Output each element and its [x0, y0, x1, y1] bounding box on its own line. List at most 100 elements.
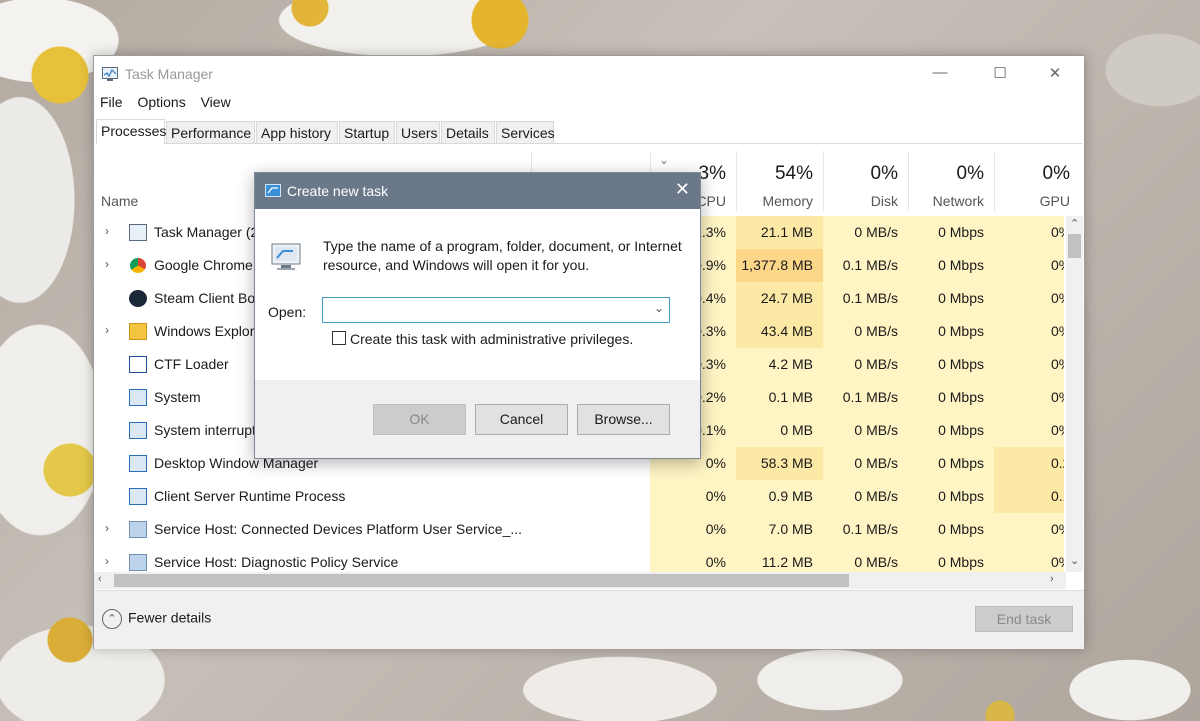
- close-button[interactable]: ✕: [1032, 56, 1078, 90]
- tab-startup[interactable]: Startup: [339, 121, 395, 143]
- admin-privileges-label[interactable]: Create this task with administrative pri…: [350, 331, 633, 347]
- process-memory: 7.0 MB: [736, 513, 823, 546]
- process-gpu: 0%: [994, 216, 1064, 249]
- steam-icon: [129, 290, 147, 307]
- column-network[interactable]: 0% Network: [908, 151, 994, 211]
- task-manager-icon: [129, 224, 147, 241]
- expand-chevron-icon[interactable]: ›: [105, 323, 109, 337]
- gpu-total: 0%: [1042, 163, 1070, 184]
- memory-label: Memory: [762, 193, 813, 209]
- process-name: Steam Client Bo: [154, 290, 256, 306]
- admin-privileges-checkbox[interactable]: [332, 331, 346, 345]
- table-row[interactable]: Client Server Runtime Process 0% 0.9 MB 0 M…: [94, 480, 1064, 513]
- process-gpu: 0%: [994, 249, 1064, 282]
- tab-app-history[interactable]: App history: [256, 121, 338, 143]
- tab-bar: Processes Performance App history Startu…: [96, 119, 1082, 144]
- process-network: 0 Mbps: [908, 381, 994, 414]
- scroll-left-icon[interactable]: ‹: [98, 573, 102, 585]
- disk-label: Disk: [870, 193, 898, 209]
- process-memory: 0.1 MB: [736, 381, 823, 414]
- process-gpu: 0%: [994, 513, 1064, 546]
- network-total: 0%: [956, 163, 984, 184]
- minimize-icon: —: [932, 64, 948, 81]
- process-disk: 0.1 MB/s: [823, 282, 908, 315]
- cancel-button[interactable]: Cancel: [475, 404, 568, 435]
- process-disk: 0.1 MB/s: [823, 249, 908, 282]
- scroll-up-icon[interactable]: ⌃: [1070, 217, 1079, 230]
- horizontal-scrollbar[interactable]: ‹ ›: [94, 572, 1066, 589]
- process-disk: 0 MB/s: [823, 447, 908, 480]
- column-name[interactable]: Name: [101, 193, 138, 209]
- process-network: 0 Mbps: [908, 414, 994, 447]
- maximize-icon: ☐: [993, 65, 1007, 82]
- chrome-icon: [129, 257, 147, 274]
- menu-file[interactable]: File: [100, 94, 123, 110]
- window-title: Task Manager: [125, 66, 213, 82]
- process-disk: 0 MB/s: [823, 216, 908, 249]
- gpu-label: GPU: [1039, 193, 1070, 209]
- process-disk: 0.1 MB/s: [823, 513, 908, 546]
- process-disk: 0 MB/s: [823, 480, 908, 513]
- column-gpu[interactable]: 0% GPU: [994, 151, 1080, 211]
- scroll-down-icon[interactable]: ⌄: [1070, 554, 1079, 567]
- tab-users[interactable]: Users: [396, 121, 440, 143]
- dialog-description: Type the name of a program, folder, docu…: [323, 238, 682, 273]
- close-icon: ✕: [1048, 65, 1062, 82]
- title-bar[interactable]: Task Manager — ☐ ✕: [94, 56, 1084, 90]
- process-gpu: 0%: [994, 546, 1064, 574]
- process-memory: 58.3 MB: [736, 447, 823, 480]
- expand-chevron-icon[interactable]: ›: [105, 224, 109, 238]
- maximize-button[interactable]: ☐: [977, 56, 1023, 90]
- tab-processes[interactable]: Processes: [96, 119, 166, 144]
- tab-services[interactable]: Services: [496, 121, 555, 143]
- browse-button[interactable]: Browse...: [577, 404, 670, 435]
- table-row[interactable]: › Service Host: Connected Devices Platfor…: [94, 513, 1064, 546]
- open-label: Open:: [268, 304, 307, 320]
- expand-chevron-icon[interactable]: ›: [105, 554, 109, 568]
- disk-total: 0%: [870, 163, 898, 184]
- create-new-task-dialog: Create new task ✕ Type the name of a pro…: [254, 172, 701, 459]
- menu-view[interactable]: View: [201, 94, 231, 110]
- system-icon: [129, 488, 147, 505]
- vertical-scroll-thumb[interactable]: [1068, 234, 1081, 258]
- dialog-title-bar[interactable]: Create new task ✕: [255, 173, 700, 209]
- process-disk: 0 MB/s: [823, 546, 908, 574]
- tab-details[interactable]: Details: [441, 121, 495, 143]
- process-memory: 0 MB: [736, 414, 823, 447]
- dialog-title: Create new task: [287, 183, 389, 199]
- sort-down-icon: ⌄: [659, 153, 670, 167]
- memory-total: 54%: [774, 163, 813, 184]
- ctf-loader-icon: [129, 356, 147, 373]
- expand-chevron-icon[interactable]: ›: [105, 521, 109, 535]
- ok-button[interactable]: OK: [373, 404, 466, 435]
- process-cpu: 0%: [650, 480, 736, 513]
- expand-chevron-icon[interactable]: ›: [105, 257, 109, 271]
- system-icon: [129, 389, 147, 406]
- menu-options[interactable]: Options: [137, 94, 185, 110]
- scroll-right-icon[interactable]: ›: [1050, 573, 1054, 585]
- end-task-button[interactable]: End task: [975, 606, 1073, 632]
- process-name: Service Host: Diagnostic Policy Service: [154, 554, 399, 570]
- horizontal-scroll-thumb[interactable]: [114, 574, 849, 587]
- process-disk: 0 MB/s: [823, 315, 908, 348]
- open-combobox[interactable]: ⌄: [322, 297, 670, 323]
- process-name: System interrupt: [154, 422, 256, 438]
- process-network: 0 Mbps: [908, 447, 994, 480]
- column-memory[interactable]: 54% Memory: [736, 151, 823, 211]
- process-network: 0 Mbps: [908, 216, 994, 249]
- minimize-button[interactable]: —: [917, 56, 963, 90]
- tab-performance[interactable]: Performance: [166, 121, 255, 143]
- process-memory: 0.9 MB: [736, 480, 823, 513]
- process-gpu: 0.2%: [994, 447, 1064, 480]
- run-icon: [265, 184, 281, 197]
- dialog-close-icon[interactable]: ✕: [675, 179, 690, 200]
- process-network: 0 Mbps: [908, 480, 994, 513]
- process-network: 0 Mbps: [908, 348, 994, 381]
- process-name: Client Server Runtime Process: [154, 488, 346, 504]
- chevron-down-icon[interactable]: ⌄: [654, 301, 664, 315]
- fewer-details-button[interactable]: ⌃ Fewer details: [102, 609, 211, 629]
- process-memory: 24.7 MB: [736, 282, 823, 315]
- table-row[interactable]: › Service Host: Diagnostic Policy Service…: [94, 546, 1064, 574]
- vertical-scrollbar[interactable]: ⌃ ⌄: [1066, 216, 1083, 572]
- column-disk[interactable]: 0% Disk: [823, 151, 908, 211]
